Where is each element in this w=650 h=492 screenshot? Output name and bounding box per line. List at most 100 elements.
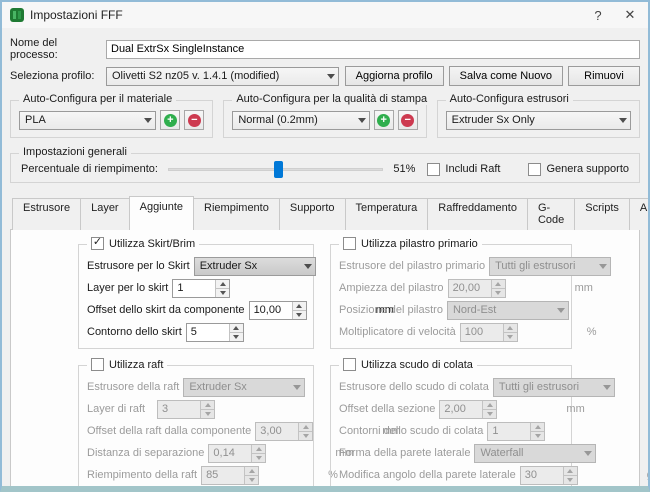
raft-separation-spin: 0,14: [208, 444, 266, 463]
infill-slider[interactable]: [168, 160, 383, 178]
generate-support-label: Genera supporto: [546, 163, 629, 175]
remove-profile-button[interactable]: Rimuovi: [568, 66, 640, 86]
field-label: Forma della parete laterale: [339, 447, 474, 459]
spin-buttons: [298, 423, 312, 440]
spin-buttons: [292, 302, 306, 319]
autoconfig-extruders-group: Auto-Configura estrusori Extruder Sx Onl…: [437, 100, 640, 138]
aggiunte-tab-panel: ✓ Utilizza Skirt/Brim Estrusore per lo S…: [10, 229, 640, 486]
infill-slider-handle[interactable]: [274, 161, 283, 178]
tab-altro[interactable]: Altro: [629, 198, 648, 230]
quality-select[interactable]: Normal (0.2mm): [232, 111, 369, 130]
profile-select[interactable]: Olivetti S2 nz05 v. 1.4.1 (modified): [106, 67, 339, 86]
pillar-speed-row: Moltiplicatore di velocità 100 %: [339, 321, 563, 343]
raft-offset-spin: 3,00: [255, 422, 313, 441]
window-title: Impostazioni FFF: [30, 8, 123, 22]
include-raft-checkbox[interactable]: [427, 163, 440, 176]
chevron-down-icon: [557, 308, 565, 313]
raft-checkbox[interactable]: [91, 358, 104, 371]
raft-layers-row: Layer di raft 3: [87, 398, 305, 420]
add-material-button[interactable]: +: [160, 110, 180, 130]
tab-gcode[interactable]: G-Code: [527, 198, 575, 230]
add-quality-button[interactable]: +: [374, 110, 394, 130]
remove-quality-button[interactable]: −: [398, 110, 418, 130]
field-label: Offset dello skirt da componente: [87, 304, 249, 316]
spin-down-icon: [531, 431, 544, 440]
raft-infill-spin: 85: [201, 466, 259, 485]
spin-down-icon[interactable]: [230, 332, 243, 341]
prime-pillar-group: Utilizza pilastro primario Estrusore del…: [330, 244, 572, 349]
chevron-down-icon: [603, 385, 611, 390]
autoconfig-quality-title: Auto-Configura per la qualità di stampa: [232, 93, 431, 105]
skirt-extruder-row: Estrusore per lo Skirt Extruder Sx: [87, 255, 305, 277]
app-icon: [10, 8, 24, 22]
spin-buttons: [215, 280, 229, 297]
extruders-select[interactable]: Extruder Sx Only: [446, 111, 631, 130]
spin-down-icon: [299, 431, 312, 440]
include-raft-option[interactable]: Includi Raft: [427, 163, 500, 176]
ooze-shield-label: Utilizza scudo di colata: [361, 359, 473, 371]
chevron-down-icon: [599, 264, 607, 269]
material-value: PLA: [25, 114, 140, 126]
tab-scripts[interactable]: Scripts: [574, 198, 630, 230]
skirt-brim-checkbox[interactable]: ✓: [91, 237, 104, 250]
pillar-extruder-row: Estrusore del pilastro primario Tutti gl…: [339, 255, 563, 277]
minus-icon: −: [188, 114, 201, 127]
skirt-extruder-select[interactable]: Extruder Sx: [194, 257, 316, 276]
raft-offset-row: Offset della raft dalla componente 3,00 …: [87, 420, 305, 442]
close-button[interactable]: ✕: [614, 3, 646, 27]
ooze-shield-checkbox[interactable]: [343, 358, 356, 371]
chevron-down-icon: [304, 264, 312, 269]
spin-up-icon[interactable]: [293, 302, 306, 310]
material-select[interactable]: PLA: [19, 111, 156, 130]
include-raft-label: Includi Raft: [445, 163, 500, 175]
spin-down-icon: [252, 453, 265, 462]
title-bar: Impostazioni FFF ? ✕: [2, 2, 648, 28]
spin-down-icon[interactable]: [293, 310, 306, 319]
field-label: Layer per lo skirt: [87, 282, 172, 294]
tab-estrusore[interactable]: Estrusore: [12, 198, 81, 230]
field-value: 3: [158, 401, 200, 418]
spin-down-icon: [564, 475, 577, 484]
autoconfig-material-title: Auto-Configura per il materiale: [19, 93, 176, 105]
field-value: 100: [461, 324, 503, 341]
raft-separation-row: Distanza di separazione 0,14 mm: [87, 442, 305, 464]
chevron-down-icon: [144, 118, 152, 123]
prime-pillar-checkbox[interactable]: [343, 237, 356, 250]
spin-up-icon[interactable]: [230, 324, 243, 332]
field-label: Estrusore per lo Skirt: [87, 260, 194, 272]
field-label: Ampiezza del pilastro: [339, 282, 448, 294]
generate-support-checkbox[interactable]: [528, 163, 541, 176]
process-name-row: Nome del processo:: [10, 37, 640, 61]
tab-layer[interactable]: Layer: [80, 198, 130, 230]
field-label: Estrusore dello scudo di colata: [339, 381, 493, 393]
process-name-input[interactable]: [106, 40, 640, 59]
tab-temperatura[interactable]: Temperatura: [345, 198, 429, 230]
infill-percent: 51%: [393, 163, 427, 175]
field-unit: mm: [570, 282, 596, 294]
close-icon: ✕: [625, 7, 636, 23]
remove-material-button[interactable]: −: [184, 110, 204, 130]
skirt-offset-spin[interactable]: 10,00: [249, 301, 307, 320]
spin-up-icon[interactable]: [216, 280, 229, 288]
field-value: 30: [521, 467, 563, 484]
field-value: 10,00: [250, 302, 292, 319]
update-profile-button[interactable]: Aggiorna profilo: [345, 66, 444, 86]
tab-aggiunte[interactable]: Aggiunte: [129, 196, 194, 230]
generate-support-option[interactable]: Genera supporto: [528, 163, 629, 176]
spin-down-icon[interactable]: [216, 288, 229, 297]
chevron-down-icon: [358, 118, 366, 123]
skirt-outlines-spin[interactable]: 5: [186, 323, 244, 342]
tab-raffreddamento[interactable]: Raffreddamento: [427, 198, 528, 230]
raft-group-title: Utilizza raft: [87, 358, 167, 371]
shield-offset-spin: 2,00: [439, 400, 497, 419]
tab-supporto[interactable]: Supporto: [279, 198, 346, 230]
help-button[interactable]: ?: [582, 3, 614, 27]
general-settings-title: Impostazioni generali: [19, 146, 131, 158]
raft-infill-row: Riempimento della raft 85 %: [87, 464, 305, 486]
tab-riempimento[interactable]: Riempimento: [193, 198, 280, 230]
skirt-layers-spin[interactable]: 1: [172, 279, 230, 298]
spin-up-icon: [531, 423, 544, 431]
save-as-new-button[interactable]: Salva come Nuovo: [449, 66, 563, 86]
profile-value: Olivetti S2 nz05 v. 1.4.1 (modified): [112, 70, 323, 82]
spin-down-icon: [201, 409, 214, 418]
